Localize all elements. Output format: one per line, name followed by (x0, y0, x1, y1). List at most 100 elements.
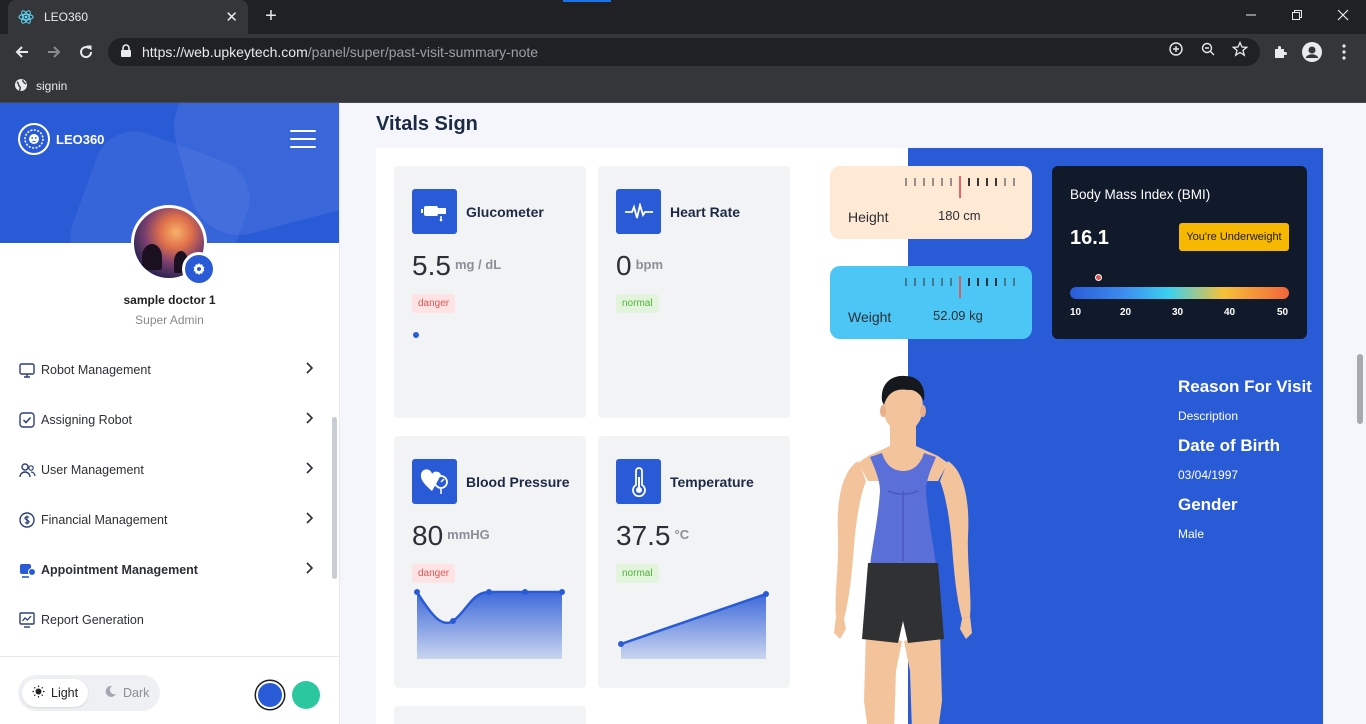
glucometer-icon (412, 189, 457, 234)
blood-pressure-sparkline (414, 589, 565, 659)
page-title: Vitals Sign (376, 113, 478, 135)
sidebar: LEO360 sample doctor 1 Super Admin Robot… (0, 103, 340, 724)
bookmark-star-icon[interactable] (1231, 40, 1249, 58)
vital-name: Blood Pressure (466, 474, 570, 490)
info-heading: Reason For Visit (1178, 377, 1312, 396)
chevron-right-icon (305, 562, 314, 577)
chevron-right-icon (305, 462, 314, 477)
sidebar-item-financial-management[interactable]: Financial Management (0, 495, 339, 545)
sidebar-item-label: User Management (41, 463, 144, 477)
back-button[interactable] (10, 40, 34, 64)
reload-button[interactable] (74, 40, 98, 64)
status-badge: normal (616, 294, 659, 313)
vital-value: 5.5 mg / dL (412, 250, 502, 281)
page-scrollbar[interactable] (1357, 354, 1363, 424)
height-value: 180 cm (938, 208, 981, 223)
info-heading: Date of Birth (1178, 436, 1280, 455)
theme-dark-label: Dark (123, 686, 150, 700)
chevron-right-icon (305, 512, 314, 527)
tab-indicator (563, 0, 611, 2)
vital-card-heart-rate: Heart Rate 0 bpm normal (598, 166, 790, 418)
info-heading: Gender (1178, 495, 1238, 514)
bookmark-label: signin (36, 79, 68, 93)
react-favicon-icon (18, 9, 34, 25)
sidebar-item-report-generation[interactable]: Report Generation (0, 595, 339, 645)
sidebar-scrollbar[interactable] (332, 417, 337, 579)
status-badge: danger (412, 294, 456, 313)
info-text: Description (1178, 409, 1239, 423)
vital-name: Heart Rate (670, 204, 741, 220)
install-app-icon[interactable] (1167, 40, 1185, 58)
status-badge: danger (412, 564, 456, 583)
sidebar-item-label: Financial Management (41, 513, 168, 527)
browser-tab-bar: LEO360 ✕ + (0, 0, 1366, 34)
sidebar-item-robot-management[interactable]: Robot Management (0, 345, 339, 395)
extensions-icon[interactable] (1268, 40, 1292, 64)
vital-name: Glucometer (466, 204, 544, 220)
color-swatch-blue[interactable] (256, 681, 284, 709)
bookmark-signin[interactable]: signin (14, 76, 67, 96)
bookmarks-bar: signin (0, 70, 1366, 103)
bmi-tick: 20 (1120, 307, 1132, 318)
theme-dark-button[interactable]: Dark (94, 679, 159, 707)
bmi-tick: 30 (1172, 307, 1184, 318)
sidebar-item-user-management[interactable]: User Management (0, 445, 339, 495)
app-logo[interactable]: LEO360 (18, 123, 104, 155)
sidebar-item-label: Report Generation (41, 613, 144, 627)
vital-card-glucometer: Glucometer 5.5 mg / dL danger (394, 166, 586, 418)
sidebar-footer: Light Dark (0, 656, 339, 724)
tab-title: LEO360 (44, 10, 89, 24)
zoom-icon[interactable] (1199, 40, 1217, 58)
vital-value: 80 mmHG (412, 520, 490, 551)
sidebar-item-assigning-robot[interactable]: Assigning Robot (0, 395, 339, 445)
app-viewport: LEO360 sample doctor 1 Super Admin Robot… (0, 103, 1366, 724)
settings-gear-icon[interactable] (182, 252, 216, 286)
dollar-icon (18, 511, 36, 529)
vital-name: Temperature (670, 474, 754, 490)
menu-toggle-button[interactable] (290, 130, 316, 148)
sun-icon (32, 685, 45, 701)
height-card: Height 180 cm (830, 166, 1032, 239)
info-text: Male (1178, 527, 1205, 541)
tab-close-icon[interactable]: ✕ (225, 8, 238, 26)
vital-unit: mmHG (447, 527, 490, 542)
reason-for-visit-block: Reason For Visit Description (1178, 377, 1312, 423)
profile-avatar-icon[interactable] (1300, 40, 1324, 64)
vital-value: 0 bpm (616, 250, 664, 281)
bmi-tick: 50 (1277, 307, 1289, 318)
calendar-icon (18, 561, 36, 579)
color-swatch-green[interactable] (292, 681, 320, 709)
restore-button[interactable] (1274, 0, 1320, 30)
sidebar-item-appointment-management[interactable]: Appointment Management (0, 545, 339, 595)
weight-card: Weight 52.09 kg (830, 266, 1032, 339)
chevron-right-icon (305, 412, 314, 427)
sidebar-menu: Robot Management Assigning Robot User Ma… (0, 345, 339, 645)
address-bar[interactable]: https://web.upkeytech.com/panel/super/pa… (108, 38, 1260, 66)
thermometer-icon (616, 459, 661, 504)
vital-card-next (394, 706, 586, 724)
weight-ruler (905, 276, 1015, 298)
browser-tab[interactable]: LEO360 ✕ (8, 0, 248, 34)
sidebar-item-label: Robot Management (41, 363, 151, 377)
vital-unit: mg / dL (454, 257, 502, 272)
temperature-sparkline (618, 591, 769, 659)
browser-menu-icon[interactable] (1332, 40, 1356, 64)
vital-card-temperature: Temperature 37.5 °C normal (598, 436, 790, 688)
lock-icon (120, 44, 132, 61)
bmi-card: Body Mass Index (BMI) 16.1 You're Underw… (1052, 166, 1307, 339)
close-window-button[interactable] (1320, 0, 1366, 30)
main-content: Vitals Sign Glucometer 5.5 mg / dL danger… (340, 103, 1366, 724)
weight-label: Weight (848, 309, 892, 325)
info-text: 03/04/1997 (1178, 468, 1239, 482)
theme-light-button[interactable]: Light (22, 679, 89, 707)
new-tab-button[interactable]: + (260, 5, 282, 27)
vital-unit: °C (674, 527, 690, 542)
bmi-tick: 10 (1070, 307, 1082, 318)
users-icon (18, 461, 36, 479)
bmi-marker (1095, 274, 1102, 281)
forward-button[interactable] (42, 40, 66, 64)
report-icon (18, 611, 36, 629)
browser-toolbar: https://web.upkeytech.com/panel/super/pa… (0, 34, 1366, 70)
minimize-button[interactable] (1228, 0, 1274, 30)
height-label: Height (848, 209, 889, 225)
